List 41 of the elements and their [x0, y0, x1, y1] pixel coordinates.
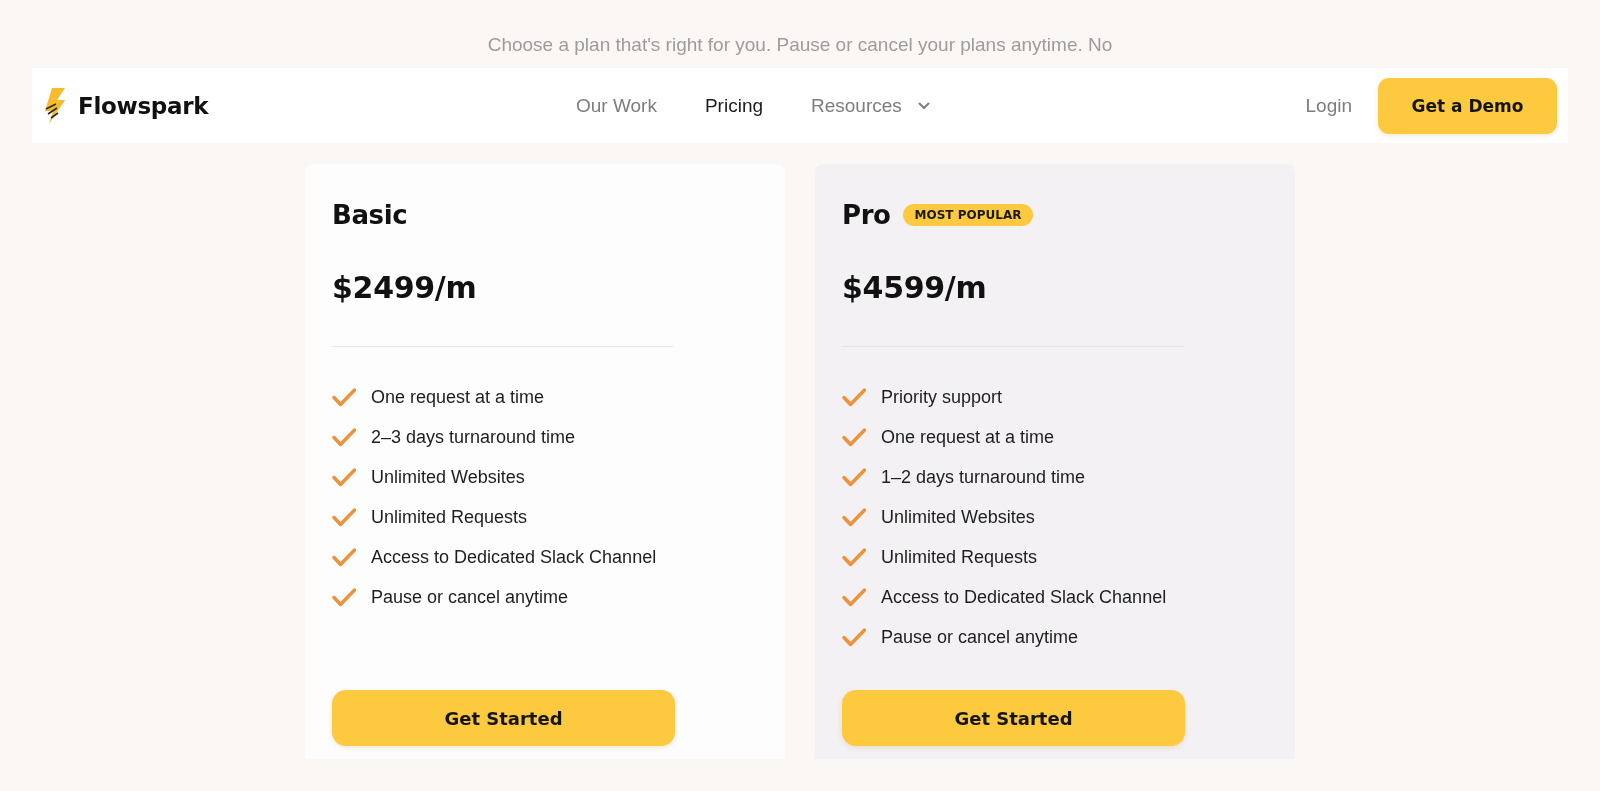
check-icon — [332, 467, 356, 487]
brand-name: Flowspark — [78, 92, 209, 119]
check-icon — [332, 547, 356, 567]
get-started-button[interactable]: Get Started — [332, 690, 675, 746]
check-icon — [842, 427, 866, 447]
check-icon — [332, 587, 356, 607]
check-icon — [332, 427, 356, 447]
plan-name: Pro — [842, 200, 891, 230]
feature-text: 2–3 days turnaround time — [371, 426, 576, 448]
feature-text: One request at a time — [881, 426, 1055, 448]
plan-price: $2499/m — [332, 270, 478, 306]
subtitle-text: Choose a plan that's right for you. Pause or cancel your plans anytime. No — [486, 33, 1114, 57]
login-link[interactable]: Login — [1305, 94, 1352, 117]
feature-text: Unlimited Websites — [371, 466, 525, 488]
check-icon — [842, 627, 866, 647]
get-started-button[interactable]: Get Started — [842, 690, 1185, 746]
feature-text: Pause or cancel anytime — [371, 586, 569, 608]
feature-text: Access to Dedicated Slack Channel — [881, 586, 1167, 608]
feature-text: One request at a time — [371, 386, 545, 408]
feature-text: Access to Dedicated Slack Channel — [371, 546, 657, 568]
feature-text: Priority support — [881, 386, 1003, 408]
lightning-bolt-icon — [43, 86, 67, 125]
feature-text: Pause or cancel anytime — [881, 626, 1079, 648]
feature-text: 1–2 days turnaround time — [881, 466, 1086, 488]
feature-text: Unlimited Requests — [371, 506, 528, 528]
plan-price: $4599/m — [842, 270, 988, 306]
check-icon — [842, 587, 866, 607]
nav-link[interactable]: Resources — [811, 94, 930, 117]
check-icon — [842, 547, 866, 567]
check-icon — [842, 467, 866, 487]
feature-text: Unlimited Requests — [881, 546, 1038, 568]
nav-link[interactable]: Our Work — [576, 94, 657, 117]
popular-badge: MOST POPULAR — [902, 204, 1034, 226]
feature-text: Unlimited Websites — [881, 506, 1035, 528]
get-demo-button[interactable]: Get a Demo — [1378, 77, 1557, 134]
plan-name: Basic — [332, 200, 408, 230]
check-icon — [332, 387, 356, 407]
check-icon — [842, 507, 866, 527]
nav-link[interactable]: Pricing — [704, 94, 763, 117]
check-icon — [332, 507, 356, 527]
check-icon — [842, 387, 866, 407]
